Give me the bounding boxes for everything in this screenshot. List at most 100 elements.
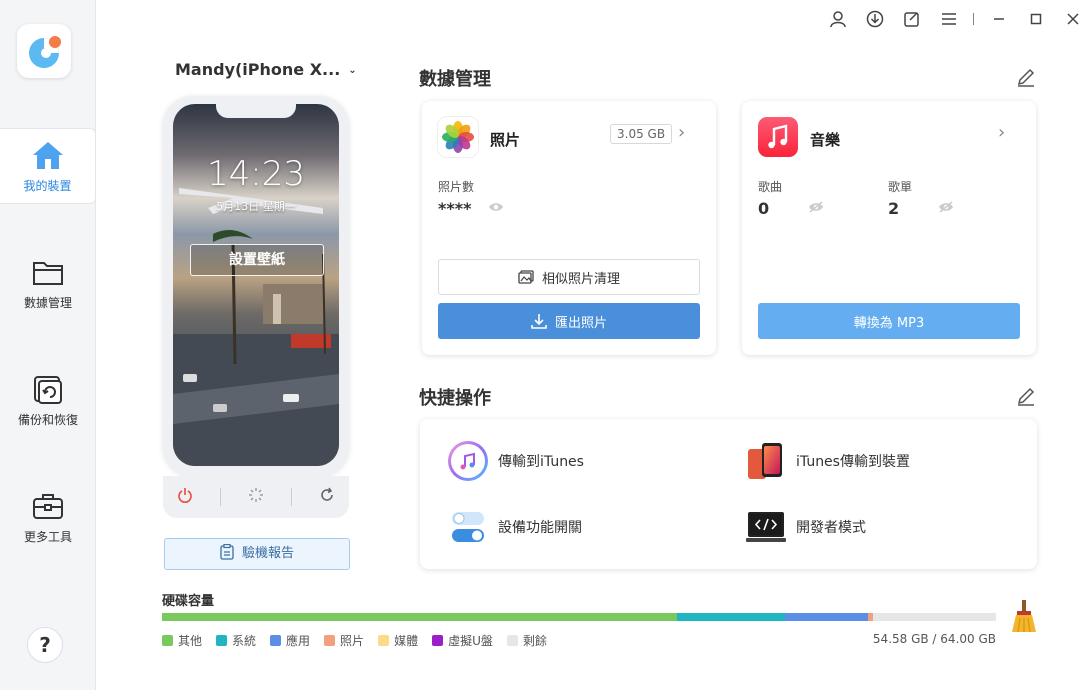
power-icon xyxy=(177,488,192,503)
nav-my-device[interactable]: 我的裝置 xyxy=(0,128,96,204)
legend-swatch xyxy=(506,635,518,646)
toggle-icon xyxy=(448,507,488,547)
storage-legend-item: 虛擬U盤 xyxy=(432,632,493,649)
device-report-label: 驗機報告 xyxy=(241,546,294,561)
nav-backup-restore[interactable]: 備份和恢復 xyxy=(0,363,96,439)
convert-mp3-button[interactable]: 轉換為 MP3 xyxy=(758,303,1020,339)
nav-backup-restore-label: 備份和恢復 xyxy=(17,413,78,427)
legend-swatch xyxy=(432,635,444,646)
legend-swatch xyxy=(162,635,173,646)
close-button[interactable] xyxy=(1054,6,1091,32)
playlists-value: 2 xyxy=(888,199,900,218)
loading-button[interactable] xyxy=(248,487,264,507)
legend-label: 其他 xyxy=(178,634,203,648)
photos-app-icon xyxy=(438,117,478,157)
minimize-button[interactable] xyxy=(980,6,1017,32)
clipboard-icon xyxy=(220,543,234,560)
music-app-icon xyxy=(758,117,798,157)
music-card: 音樂 › 歌曲 0 歌單 2 轉換為 MP3 xyxy=(742,101,1036,355)
quick-actions-title: 快捷操作 xyxy=(419,388,491,409)
music-chevron-right-icon[interactable]: › xyxy=(998,122,1005,143)
eye-off-icon[interactable] xyxy=(808,201,824,213)
folder-icon xyxy=(33,262,63,285)
legend-swatch xyxy=(270,635,282,646)
minimize-icon xyxy=(993,18,1004,20)
refresh-button[interactable] xyxy=(319,487,335,507)
developer-mode-label: 開發者模式 xyxy=(796,520,866,536)
app-logo xyxy=(17,24,71,78)
photos-chevron-right-icon[interactable]: › xyxy=(678,122,685,143)
menu-button[interactable] xyxy=(930,6,967,32)
photos-card: 照片 3.05 GB › 照片數 **** 相似照片清理 匯出照片 xyxy=(422,101,716,355)
home-icon xyxy=(32,142,63,169)
eye-icon[interactable] xyxy=(488,201,504,213)
eye-off-icon[interactable] xyxy=(938,201,954,213)
storage-legend-item: 照片 xyxy=(324,632,364,649)
export-photos-label: 匯出照片 xyxy=(554,315,607,331)
storage-legend-item: 應用 xyxy=(270,632,310,649)
backup-icon xyxy=(34,376,62,404)
toolbar-divider xyxy=(973,13,974,25)
nav-more-tools-label: 更多工具 xyxy=(23,530,72,544)
help-button[interactable]: ? xyxy=(27,627,63,663)
photos-card-title: 照片 xyxy=(490,131,521,149)
control-divider xyxy=(219,488,221,506)
edit-icon[interactable] xyxy=(1016,67,1036,87)
storage-legend-item: 媒體 xyxy=(378,632,418,649)
export-photos-button[interactable]: 匯出照片 xyxy=(438,303,700,339)
itunes-to-device-action[interactable]: iTunes傳輸到裝置 xyxy=(746,441,910,481)
download-icon xyxy=(866,10,883,28)
developer-icon xyxy=(746,507,786,547)
broom-icon[interactable] xyxy=(1008,600,1040,634)
photos-size-badge: 3.05 GB xyxy=(610,124,673,144)
toolbox-icon xyxy=(33,494,63,519)
songs-label: 歌曲 xyxy=(758,180,783,194)
set-wallpaper-button[interactable]: 設置壁紙 xyxy=(190,244,324,276)
transfer-to-itunes-action[interactable]: 傳輸到iTunes xyxy=(448,441,584,481)
storage-legend-item: 其他 xyxy=(162,632,202,649)
device-feature-toggle-label: 設備功能開關 xyxy=(498,520,582,536)
developer-mode-action[interactable]: 開發者模式 xyxy=(746,507,866,547)
nav-more-tools[interactable]: 更多工具 xyxy=(0,480,96,556)
legend-label: 虛擬U盤 xyxy=(448,634,493,648)
legend-label: 照片 xyxy=(340,634,365,648)
maximize-button[interactable] xyxy=(1017,6,1054,32)
music-card-title: 音樂 xyxy=(810,131,841,149)
sidebar: 我的裝置 數據管理 備份和恢復 更多工具 ? xyxy=(0,0,96,690)
device-report-button[interactable]: 驗機報告 xyxy=(164,538,350,570)
songs-value: 0 xyxy=(758,199,770,218)
close-icon xyxy=(1066,13,1079,25)
nav-data-management[interactable]: 數據管理 xyxy=(0,246,96,322)
legend-swatch xyxy=(216,635,228,646)
download-button[interactable] xyxy=(856,6,893,32)
photos-count-value: **** xyxy=(438,199,472,218)
lock-screen-wallpaper: 14:23 5月13日 星期一 設置壁紙 xyxy=(173,104,339,466)
edit-icon[interactable] xyxy=(1016,386,1036,406)
download-icon xyxy=(531,314,547,329)
menu-icon xyxy=(941,13,956,25)
storage-legend-item: 系統 xyxy=(216,632,256,649)
storage-used-total: 54.58 GB / 64.00 GB xyxy=(872,632,996,646)
device-feature-toggle-action[interactable]: 設備功能開關 xyxy=(448,507,582,547)
device-name: Mandy(iPhone X... xyxy=(175,60,341,79)
storage-segment xyxy=(162,613,677,621)
phone-controls xyxy=(163,476,349,518)
storage-segment xyxy=(873,613,996,621)
spinner-icon xyxy=(248,488,263,502)
power-button[interactable] xyxy=(177,487,193,507)
similar-photos-cleanup-button[interactable]: 相似照片清理 xyxy=(438,259,700,295)
legend-label: 媒體 xyxy=(394,634,419,648)
control-divider xyxy=(291,488,293,506)
storage-segment xyxy=(784,613,869,621)
nav-my-device-label: 我的裝置 xyxy=(23,179,72,193)
image-icon xyxy=(518,270,534,284)
feedback-icon xyxy=(903,12,919,27)
legend-label: 剩餘 xyxy=(522,634,547,648)
playlists-label: 歌單 xyxy=(888,180,913,194)
storage-segment xyxy=(676,613,785,621)
similar-photos-cleanup-label: 相似照片清理 xyxy=(541,271,620,287)
legend-swatch xyxy=(324,635,336,646)
account-button[interactable] xyxy=(819,6,856,32)
device-selector[interactable]: Mandy(iPhone X... ⌄ xyxy=(175,60,357,79)
feedback-button[interactable] xyxy=(893,6,930,32)
